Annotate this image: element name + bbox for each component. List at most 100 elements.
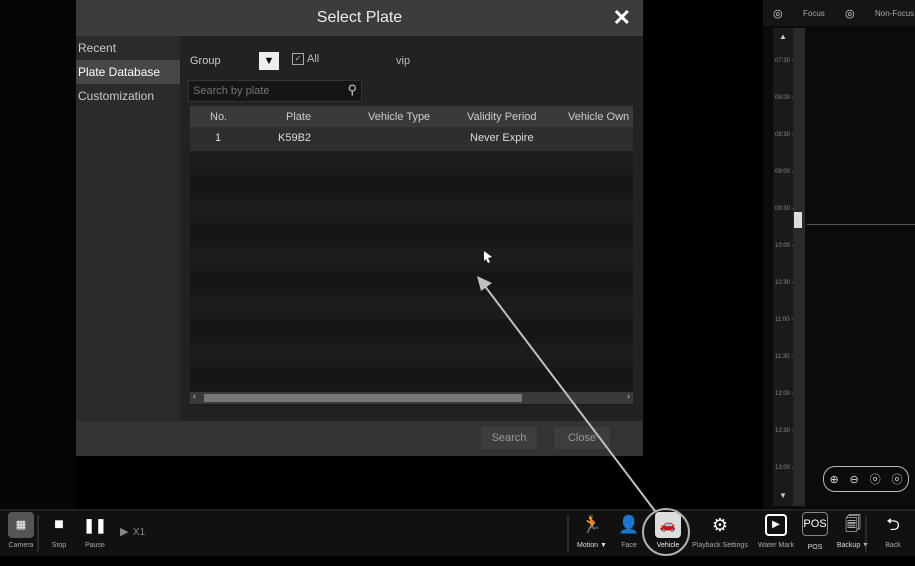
focus-icon[interactable]: ◎ bbox=[773, 7, 783, 20]
column-vehicle-type: Vehicle Type bbox=[368, 111, 431, 123]
backup-icon: 🗐 bbox=[845, 516, 861, 533]
back-button[interactable]: ⮌ Back bbox=[876, 512, 910, 556]
plate-table: No. Plate Vehicle Type Validity Period V… bbox=[190, 106, 633, 406]
close-icon[interactable]: ✕ bbox=[613, 5, 631, 31]
zoom-in-icon[interactable]: ⊕ bbox=[829, 473, 838, 486]
scroll-down-icon[interactable]: ▼ bbox=[779, 491, 787, 500]
timeline-track[interactable] bbox=[793, 28, 805, 506]
cell-no: 1 bbox=[215, 132, 222, 144]
empty-row bbox=[190, 319, 633, 343]
group-label: Group bbox=[190, 55, 221, 67]
search-input[interactable] bbox=[189, 81, 335, 101]
camera-button[interactable]: ▦ Camera bbox=[4, 512, 38, 556]
pause-button[interactable]: ❚❚ Pause bbox=[80, 512, 110, 556]
cell-plate: K59B2 bbox=[278, 132, 312, 144]
sidebar-item-recent[interactable]: Recent bbox=[76, 36, 180, 60]
close-button[interactable]: Close bbox=[554, 427, 610, 449]
stop-button[interactable]: ■ Stop bbox=[44, 512, 74, 556]
vehicle-icon: 🚗 bbox=[655, 512, 681, 538]
playback-settings-button[interactable]: ⚙ Playback Settings bbox=[686, 512, 754, 556]
timeline-tick-label: 11:00 - bbox=[775, 317, 794, 323]
dialog-content: Group ▼ ✓All vip ⚲ No. Plate Vehicle Typ… bbox=[180, 36, 643, 421]
dialog-sidebar: Recent Plate Database Customization bbox=[76, 36, 180, 456]
pause-icon: ❚❚ bbox=[83, 517, 107, 533]
motion-label: Motion ▼ bbox=[577, 542, 607, 549]
sidebar-item-customization[interactable]: Customization bbox=[76, 84, 180, 108]
backup-button[interactable]: 🗐 Backup ▼ bbox=[834, 512, 872, 556]
playback-toolbar: ▦ Camera ■ Stop ❚❚ Pause ▶ X1 🏃 Motion ▼… bbox=[0, 510, 915, 556]
dialog-title: Select Plate bbox=[316, 9, 403, 26]
empty-row bbox=[190, 271, 633, 295]
empty-row bbox=[190, 223, 633, 247]
timeline-tick-label: 10:00 - bbox=[775, 243, 794, 249]
nonfocus-icon[interactable]: ◎ bbox=[845, 7, 855, 20]
column-validity: Validity Period bbox=[467, 111, 537, 123]
nonfocus-label[interactable]: Non-Focus bbox=[875, 9, 914, 18]
dialog-footer: Search Close bbox=[76, 421, 643, 456]
select-plate-dialog: Select Plate ✕ Recent Plate Database Cus… bbox=[76, 0, 643, 456]
zoom-reset-icon[interactable]: ⓞ bbox=[870, 471, 881, 487]
timeline-cursor-line bbox=[807, 224, 915, 225]
motion-button[interactable]: 🏃 Motion ▼ bbox=[572, 512, 612, 556]
empty-row bbox=[190, 367, 633, 391]
stop-label: Stop bbox=[51, 542, 67, 549]
vehicle-button[interactable]: 🚗 Vehicle bbox=[648, 512, 688, 556]
timeline-tick-label: 12:00 - bbox=[775, 391, 794, 397]
timeline-tick-label: 10:30 - bbox=[775, 280, 794, 286]
timeline-handle[interactable] bbox=[794, 212, 802, 228]
empty-row bbox=[190, 247, 633, 271]
focus-label[interactable]: Focus bbox=[803, 9, 825, 18]
empty-row bbox=[190, 199, 633, 223]
checkmark-icon: ✓ bbox=[292, 53, 304, 66]
empty-row bbox=[190, 295, 633, 319]
table-header: No. Plate Vehicle Type Validity Period V… bbox=[190, 106, 633, 127]
search-button[interactable]: Search bbox=[481, 427, 537, 449]
speed-control[interactable]: ▶ X1 bbox=[120, 522, 160, 566]
horizontal-scrollbar[interactable]: ‹ › bbox=[190, 391, 633, 404]
face-icon: 👤 bbox=[618, 515, 640, 534]
zoom-controls: ⊕ ⊖ ⓞ ⓞ bbox=[823, 466, 909, 492]
play-icon: ▶ bbox=[120, 526, 129, 538]
timeline-tick-label: 09:30 - bbox=[775, 206, 794, 212]
table-row[interactable]: 1 K59B2 Never Expire bbox=[190, 127, 633, 151]
timeline-tick-label: 08:00 - bbox=[775, 95, 794, 101]
dialog-titlebar: Select Plate ✕ bbox=[76, 0, 643, 36]
zoom-fit-icon[interactable]: ⓞ bbox=[892, 471, 903, 487]
scroll-thumb[interactable] bbox=[204, 394, 522, 402]
timeline-panel[interactable]: ◎ Focus ◎ Non-Focus ▲ ▼ 07:30 - 08:00 - 08… bbox=[763, 0, 915, 510]
timeline-tick-label: 07:30 - bbox=[775, 58, 794, 64]
search-icon[interactable]: ⚲ bbox=[347, 82, 357, 98]
empty-row bbox=[190, 343, 633, 367]
sidebar-item-plate-database[interactable]: Plate Database bbox=[76, 60, 180, 84]
scroll-right-icon[interactable]: › bbox=[627, 391, 630, 401]
all-checkbox[interactable]: ✓ All bbox=[292, 53, 320, 66]
camera-label: Camera bbox=[8, 542, 34, 549]
watermark-label: Water Mark bbox=[758, 542, 794, 549]
zoom-out-icon[interactable]: ⊖ bbox=[850, 473, 859, 486]
timeline-header: ◎ Focus ◎ Non-Focus bbox=[763, 0, 915, 26]
timeline-tick-label: 08:30 - bbox=[775, 132, 794, 138]
watermark-icon: ▶ bbox=[765, 514, 787, 536]
timeline-tick-label: 12:30 - bbox=[775, 428, 794, 434]
watermark-button[interactable]: ▶ Water Mark bbox=[754, 512, 798, 556]
gear-icon: ⚙ bbox=[711, 515, 729, 535]
empty-row bbox=[190, 151, 633, 175]
left-background bbox=[0, 0, 76, 510]
timeline-tick-label: 11:30 - bbox=[775, 354, 794, 360]
scroll-up-icon[interactable]: ▲ bbox=[779, 32, 787, 41]
pos-label: POS bbox=[807, 544, 823, 551]
face-button[interactable]: 👤 Face bbox=[612, 512, 646, 556]
back-icon: ⮌ bbox=[886, 515, 900, 534]
timeline-tick-label: 13:00 - bbox=[775, 465, 794, 471]
empty-row bbox=[190, 175, 633, 199]
pos-icon: POS bbox=[802, 512, 828, 536]
speed-label: X1 bbox=[132, 527, 146, 538]
pos-button[interactable]: POS POS bbox=[800, 512, 830, 556]
vip-group[interactable]: vip bbox=[396, 55, 410, 67]
filter-icon[interactable]: ▼ bbox=[259, 52, 279, 70]
cell-validity: Never Expire bbox=[470, 132, 534, 144]
vehicle-label: Vehicle bbox=[656, 542, 680, 549]
scroll-left-icon[interactable]: ‹ bbox=[193, 391, 196, 401]
all-label: All bbox=[307, 53, 320, 65]
column-owner: Vehicle Own bbox=[568, 111, 630, 123]
